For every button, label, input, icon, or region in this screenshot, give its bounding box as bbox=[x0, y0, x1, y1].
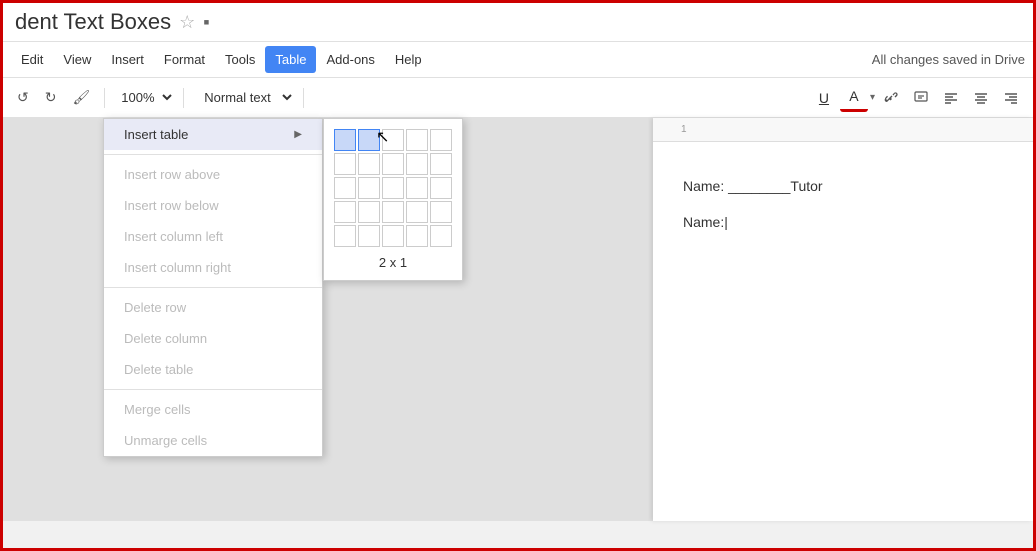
document-area: Insert table ▶ Insert row above Insert r… bbox=[3, 118, 1033, 521]
grid-cell[interactable] bbox=[430, 153, 452, 175]
table-grid[interactable] bbox=[334, 129, 452, 247]
comment-button[interactable] bbox=[907, 84, 935, 112]
toolbar-separator-1 bbox=[104, 88, 105, 108]
insert-row-below-label: Insert row below bbox=[124, 198, 219, 213]
toolbar-separator-3 bbox=[303, 88, 304, 108]
grid-cell[interactable] bbox=[334, 153, 356, 175]
grid-cell[interactable] bbox=[382, 177, 404, 199]
insert-col-right-label: Insert column right bbox=[124, 260, 231, 275]
insert-col-left-item: Insert column left bbox=[104, 221, 322, 252]
grid-cell[interactable] bbox=[406, 177, 428, 199]
grid-cell[interactable] bbox=[334, 201, 356, 223]
grid-cell[interactable] bbox=[382, 129, 404, 151]
menu-bar: Edit View Insert Format Tools Table Add-… bbox=[3, 42, 1033, 78]
font-color-button[interactable]: A bbox=[840, 84, 868, 112]
toolbar-right: U A ▾ bbox=[810, 84, 1025, 112]
insert-row-above-item: Insert row above bbox=[104, 159, 322, 190]
title-bar: dent Text Boxes ☆ ▪ bbox=[3, 3, 1033, 42]
insert-col-right-item: Insert column right bbox=[104, 252, 322, 283]
delete-col-item: Delete column bbox=[104, 323, 322, 354]
insert-table-submenu: 2 x 1 ↖ bbox=[323, 118, 463, 281]
dropdown-separator-1 bbox=[104, 154, 322, 155]
unmerge-cells-item: Unmarge cells bbox=[104, 425, 322, 456]
underline-button[interactable]: U bbox=[810, 84, 838, 112]
grid-cell[interactable] bbox=[430, 177, 452, 199]
grid-cell[interactable] bbox=[430, 129, 452, 151]
grid-cell[interactable] bbox=[358, 129, 380, 151]
delete-col-label: Delete column bbox=[124, 331, 207, 346]
delete-row-label: Delete row bbox=[124, 300, 186, 315]
menu-insert[interactable]: Insert bbox=[101, 46, 154, 73]
delete-table-label: Delete table bbox=[124, 362, 193, 377]
menu-edit[interactable]: Edit bbox=[11, 46, 53, 73]
font-color-arrow[interactable]: ▾ bbox=[870, 92, 875, 103]
grid-cell[interactable] bbox=[430, 225, 452, 247]
grid-cell[interactable] bbox=[406, 129, 428, 151]
grid-cell[interactable] bbox=[382, 201, 404, 223]
menu-addons[interactable]: Add-ons bbox=[316, 46, 384, 73]
menu-help[interactable]: Help bbox=[385, 46, 432, 73]
align-right-button[interactable] bbox=[997, 84, 1025, 112]
menu-format[interactable]: Format bbox=[154, 46, 215, 73]
main-content: Insert table ▶ Insert row above Insert r… bbox=[3, 118, 1033, 521]
align-left-button[interactable] bbox=[937, 84, 965, 112]
grid-cell[interactable] bbox=[358, 225, 380, 247]
redo-button[interactable]: ↻ bbox=[39, 85, 63, 110]
grid-cell[interactable] bbox=[334, 225, 356, 247]
grid-cell[interactable] bbox=[358, 201, 380, 223]
table-menu-dropdown: Insert table ▶ Insert row above Insert r… bbox=[103, 118, 323, 457]
grid-size-label: 2 x 1 bbox=[334, 255, 452, 270]
toolbar-separator-2 bbox=[183, 88, 184, 108]
document-title: dent Text Boxes bbox=[15, 9, 171, 35]
link-button[interactable] bbox=[877, 84, 905, 112]
menu-table[interactable]: Table bbox=[265, 46, 316, 73]
grid-cell[interactable] bbox=[406, 201, 428, 223]
style-select[interactable]: Normal text bbox=[192, 87, 295, 108]
menu-tools[interactable]: Tools bbox=[215, 46, 265, 73]
dropdown-separator-2 bbox=[104, 287, 322, 288]
insert-table-item[interactable]: Insert table ▶ bbox=[104, 119, 322, 150]
align-center-button[interactable] bbox=[967, 84, 995, 112]
paint-format-button[interactable]: 🖌 bbox=[66, 85, 96, 110]
insert-row-below-item: Insert row below bbox=[104, 190, 322, 221]
grid-cell[interactable] bbox=[334, 177, 356, 199]
unmerge-cells-label: Unmarge cells bbox=[124, 433, 207, 448]
merge-cells-item: Merge cells bbox=[104, 394, 322, 425]
grid-cell[interactable] bbox=[358, 153, 380, 175]
toolbar: ↺ ↻ 🖌 100% Normal text U A ▾ bbox=[3, 78, 1033, 118]
star-icon[interactable]: ☆ bbox=[179, 12, 195, 33]
delete-row-item: Delete row bbox=[104, 292, 322, 323]
delete-table-item: Delete table bbox=[104, 354, 322, 385]
grid-cell[interactable] bbox=[358, 177, 380, 199]
submenu-arrow: ▶ bbox=[294, 129, 302, 140]
grid-cell[interactable] bbox=[382, 225, 404, 247]
grid-cell[interactable] bbox=[334, 129, 356, 151]
grid-cell[interactable] bbox=[406, 153, 428, 175]
merge-cells-label: Merge cells bbox=[124, 402, 190, 417]
drive-status: All changes saved in Drive bbox=[872, 52, 1025, 67]
dropdown-separator-3 bbox=[104, 389, 322, 390]
grid-cell[interactable] bbox=[382, 153, 404, 175]
menu-view[interactable]: View bbox=[53, 46, 101, 73]
grid-cell[interactable] bbox=[406, 225, 428, 247]
insert-row-above-label: Insert row above bbox=[124, 167, 220, 182]
grid-cell[interactable] bbox=[430, 201, 452, 223]
insert-table-label: Insert table bbox=[124, 127, 188, 142]
zoom-select[interactable]: 100% bbox=[113, 87, 175, 108]
undo-button[interactable]: ↺ bbox=[11, 85, 35, 110]
dropdown-overlay: Insert table ▶ Insert row above Insert r… bbox=[3, 118, 1033, 521]
folder-icon[interactable]: ▪ bbox=[203, 12, 209, 33]
insert-col-left-label: Insert column left bbox=[124, 229, 223, 244]
